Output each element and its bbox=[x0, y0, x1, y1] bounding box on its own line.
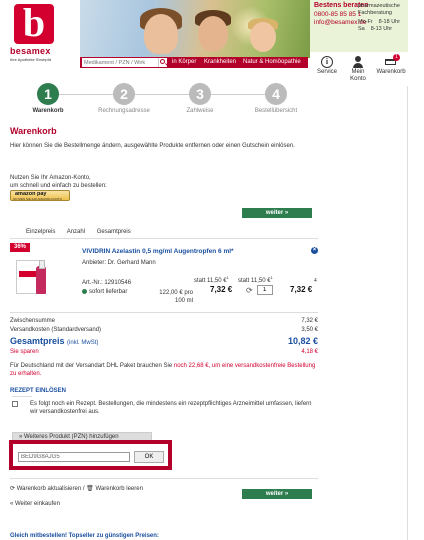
base-price: 122,00 € pro 100 ml bbox=[159, 290, 193, 304]
checkout-steps: 1 Warenkorb 2 Rechnungsadresse 3 Zahlwei… bbox=[6, 80, 306, 122]
account-link[interactable]: Mein Konto bbox=[344, 56, 372, 82]
product-image[interactable] bbox=[16, 254, 52, 296]
refresh-icon: ⟳ bbox=[10, 486, 17, 492]
nav-link-krankheiten[interactable]: Krankheiten bbox=[204, 59, 236, 65]
logo-mark: b bbox=[14, 3, 54, 44]
hero-image bbox=[80, 0, 310, 58]
page-title: Warenkorb bbox=[10, 126, 57, 136]
article-number: Art.-Nr.: 12910546 bbox=[82, 280, 132, 286]
rezept-checkbox[interactable] bbox=[12, 401, 18, 407]
availability: sofort lieferbar bbox=[82, 289, 127, 295]
search-button[interactable] bbox=[158, 58, 167, 67]
product-name-link[interactable]: VIVIDRIN Azelastin 0,5 mg/ml Augentropfe… bbox=[82, 248, 234, 255]
nav-link-koerper[interactable]: in Körper bbox=[172, 59, 196, 65]
page: b besamex Ihre Apotheke Strohpfd Bestens… bbox=[6, 0, 408, 540]
remove-item-icon[interactable]: × bbox=[311, 247, 318, 254]
divider bbox=[10, 238, 318, 239]
rezept-heading: Rezept einlösen bbox=[10, 388, 67, 394]
step-rechnungsadresse: 2 Rechnungsadresse bbox=[94, 83, 154, 114]
amazon-pay-button[interactable]: amazon pay NUTZEN SIE IHR AMAZON-KONTO bbox=[10, 190, 70, 201]
step-zahlweise: 3 Zahlweise bbox=[170, 83, 230, 114]
amazon-text: Nutzen Sie Ihr Amazon-Konto, um schnell … bbox=[10, 175, 107, 189]
unit-old-price: statt 11,50 €1 bbox=[194, 275, 229, 284]
shipping-notice: Für Deutschland mit der Versandart DHL P… bbox=[10, 363, 316, 377]
voucher-form: OK bbox=[9, 440, 172, 470]
step-warenkorb: 1 Warenkorb bbox=[18, 83, 78, 114]
footnote-mark: 4 bbox=[314, 278, 317, 284]
cart-icon: 1 bbox=[385, 54, 400, 68]
weiter-button-top[interactable]: weiter » bbox=[242, 208, 312, 218]
col-einzelpreis: Einzelpreis bbox=[26, 229, 56, 235]
continue-shopping-link[interactable]: « Weiter einkaufen bbox=[10, 501, 60, 507]
unit-price: 7,32 € bbox=[210, 285, 233, 294]
logo[interactable]: b besamex Ihre Apotheke Strohpfd bbox=[6, 0, 80, 68]
nav-link-natur[interactable]: Natur & Homöopathie bbox=[243, 59, 301, 65]
contact-box: Bestens beraten 0800-85 85 85 1 info@bes… bbox=[310, 0, 408, 52]
subtotal-row: Zwischensumme 7,32 € bbox=[10, 318, 318, 324]
voucher-ok-button[interactable]: OK bbox=[134, 451, 164, 463]
availability-dot-icon bbox=[82, 289, 87, 294]
weiter-button-bottom[interactable]: weiter » bbox=[242, 489, 312, 499]
opening-hours: Mo-Fr 8-18 Uhr Sa 8-13 Uhr bbox=[358, 19, 401, 32]
contact-side-text: pharmazeutische Fachberatung bbox=[358, 3, 400, 16]
topseller-heading: Gleich mitbestellen! Topseller zu günsti… bbox=[10, 533, 159, 539]
search-bar: in Körper Krankheiten Natur & Homöopathi… bbox=[80, 57, 308, 68]
contact-phone[interactable]: 0800-85 85 85 1 bbox=[314, 11, 361, 18]
divider bbox=[12, 396, 32, 397]
account-icon bbox=[352, 56, 364, 68]
service-link[interactable]: i Service bbox=[314, 56, 340, 76]
update-cart-link[interactable]: ⟳ Warenkorb aktualisieren / 🗑 Warenkorb … bbox=[10, 485, 143, 492]
rezept-option: Es folgt noch ein Rezept. Bestellungen, … bbox=[12, 400, 312, 416]
cart-intro: Hier können Sie die Bestellmenge ändern,… bbox=[10, 143, 295, 149]
search-icon bbox=[160, 59, 165, 64]
total-old-price: statt 11,50 €1 bbox=[238, 275, 273, 284]
logo-tagline: Ihre Apotheke Strohpfd bbox=[10, 57, 51, 62]
total-row: Gesamtpreis (inkl. MwSt) 10,82 € bbox=[10, 336, 318, 346]
divider bbox=[10, 478, 318, 479]
refresh-icon[interactable]: ⟳ bbox=[246, 286, 253, 295]
totals: Zwischensumme 7,32 € Versandkosten (Stand… bbox=[10, 318, 318, 358]
voucher-code-input[interactable] bbox=[18, 452, 130, 462]
info-icon: i bbox=[321, 56, 333, 68]
savings-row: Sie sparen 4,18 € bbox=[10, 349, 318, 355]
discount-badge: 36% bbox=[10, 243, 30, 252]
logo-name: besamex bbox=[10, 46, 51, 56]
product-maker: Anbieter: Dr. Gerhard Mann bbox=[82, 260, 156, 266]
header-tools: i Service Mein Konto 1 Warenkorb bbox=[310, 52, 408, 86]
shipping-row: Versandkosten (Standardversand) 3,50 € bbox=[10, 327, 318, 333]
col-gesamtpreis: Gesamtpreis bbox=[96, 229, 131, 235]
step-bestelluebersicht: 4 Bestellübersicht bbox=[246, 83, 306, 114]
quantity-input[interactable] bbox=[256, 285, 273, 295]
cart-column-headers: Einzelpreis Anzahl Gesamtpreis bbox=[26, 229, 141, 235]
col-anzahl: Anzahl bbox=[66, 229, 86, 235]
cart-link[interactable]: 1 Warenkorb bbox=[374, 54, 408, 76]
search-input[interactable] bbox=[82, 58, 158, 67]
cart-count-badge: 1 bbox=[393, 54, 400, 61]
divider bbox=[10, 312, 318, 313]
line-total-price: 7,32 € bbox=[290, 285, 313, 294]
quantity-control: ⟳ bbox=[246, 285, 273, 295]
